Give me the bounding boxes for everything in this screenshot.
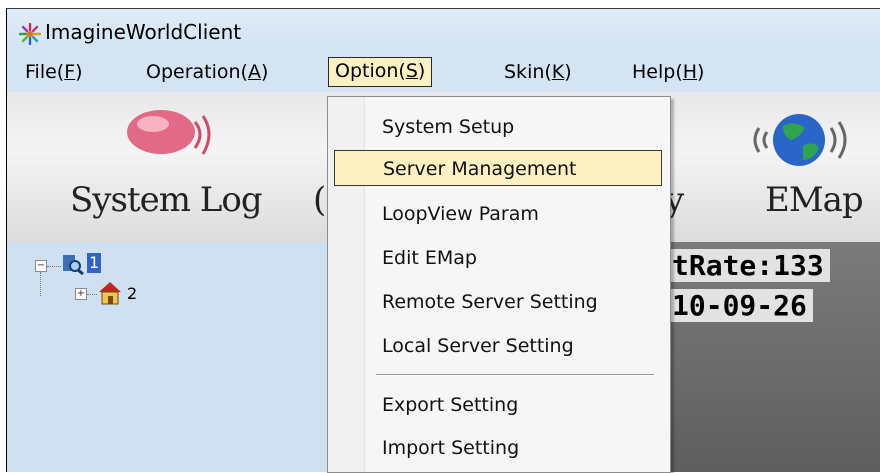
tree-child-node[interactable]: 2 [127,284,137,304]
video-osd-date: 10-09-26 [666,289,813,322]
menu-item-server-management[interactable]: Server Management [334,150,662,186]
menu-option[interactable]: Option(S) [328,57,433,87]
menu-item-export-setting[interactable]: Export Setting [334,387,662,423]
hidden-tool-fragment: ( [313,180,326,220]
emap-button[interactable]: EMap [765,180,864,220]
app-logo-icon [19,23,41,45]
menu-item-system-setup[interactable]: System Setup [334,109,662,145]
menu-item-import-setting[interactable]: Import Setting [334,430,662,466]
option-dropdown-menu: System Setup Server Management LoopView … [327,96,671,473]
title-bar: ImagineWorldClient [7,9,880,52]
device-tree: − 1 + 2 [7,242,330,472]
system-log-icon[interactable] [117,102,217,168]
menu-bar: File(F) Operation(A) Option(S) Skin(K) H… [7,52,880,92]
menu-item-loopview-param[interactable]: LoopView Param [334,196,662,232]
collapse-root-icon[interactable]: − [35,260,47,272]
menu-operation[interactable]: Operation(A) [140,59,274,85]
globe-icon[interactable] [747,110,877,170]
video-osd-rate: tRate:133 [666,249,830,282]
menu-skin[interactable]: Skin(K) [498,59,578,85]
menu-item-local-server-setting[interactable]: Local Server Setting [334,328,662,364]
menu-help[interactable]: Help(H) [626,59,710,85]
house-icon [99,282,121,305]
menu-separator [376,374,654,376]
server-search-icon [63,255,84,275]
system-log-button[interactable]: System Log [70,180,263,220]
menu-item-remote-server-setting[interactable]: Remote Server Setting [334,284,662,320]
menu-file[interactable]: File(F) [19,59,89,85]
expand-child-icon[interactable]: + [75,288,87,300]
tree-root-node[interactable]: 1 [87,253,102,273]
menu-item-edit-emap[interactable]: Edit EMap [334,240,662,276]
window-title: ImagineWorldClient [45,20,242,44]
